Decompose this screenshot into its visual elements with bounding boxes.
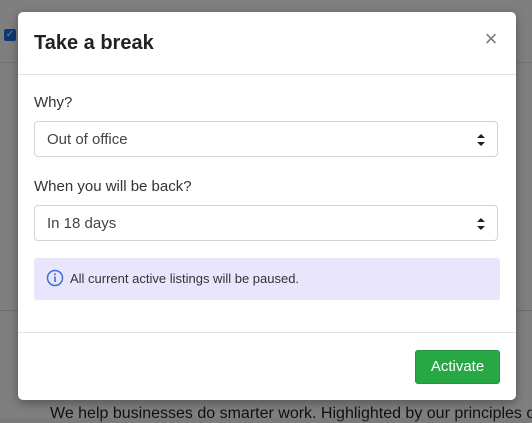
return-select-value: In 18 days xyxy=(47,215,117,232)
return-select[interactable]: In 18 days xyxy=(34,205,498,241)
select-arrows-icon xyxy=(477,134,485,146)
info-alert: All current active listings will be paus… xyxy=(34,258,500,300)
modal-header: Take a break × xyxy=(18,12,516,75)
why-select[interactable]: Out of office xyxy=(34,121,498,157)
return-label: When you will be back? xyxy=(34,178,192,195)
why-label: Why? xyxy=(34,94,73,111)
why-select-value: Out of office xyxy=(47,131,128,148)
info-text: All current active listings will be paus… xyxy=(70,271,300,286)
info-icon xyxy=(46,269,64,287)
select-arrows-icon xyxy=(477,218,485,230)
footer-divider xyxy=(18,332,516,333)
take-a-break-modal: Take a break × Why? Out of office When y… xyxy=(18,12,516,400)
activate-button[interactable]: Activate xyxy=(415,350,500,384)
modal-title: Take a break xyxy=(34,32,154,54)
close-icon[interactable]: × xyxy=(482,28,500,50)
